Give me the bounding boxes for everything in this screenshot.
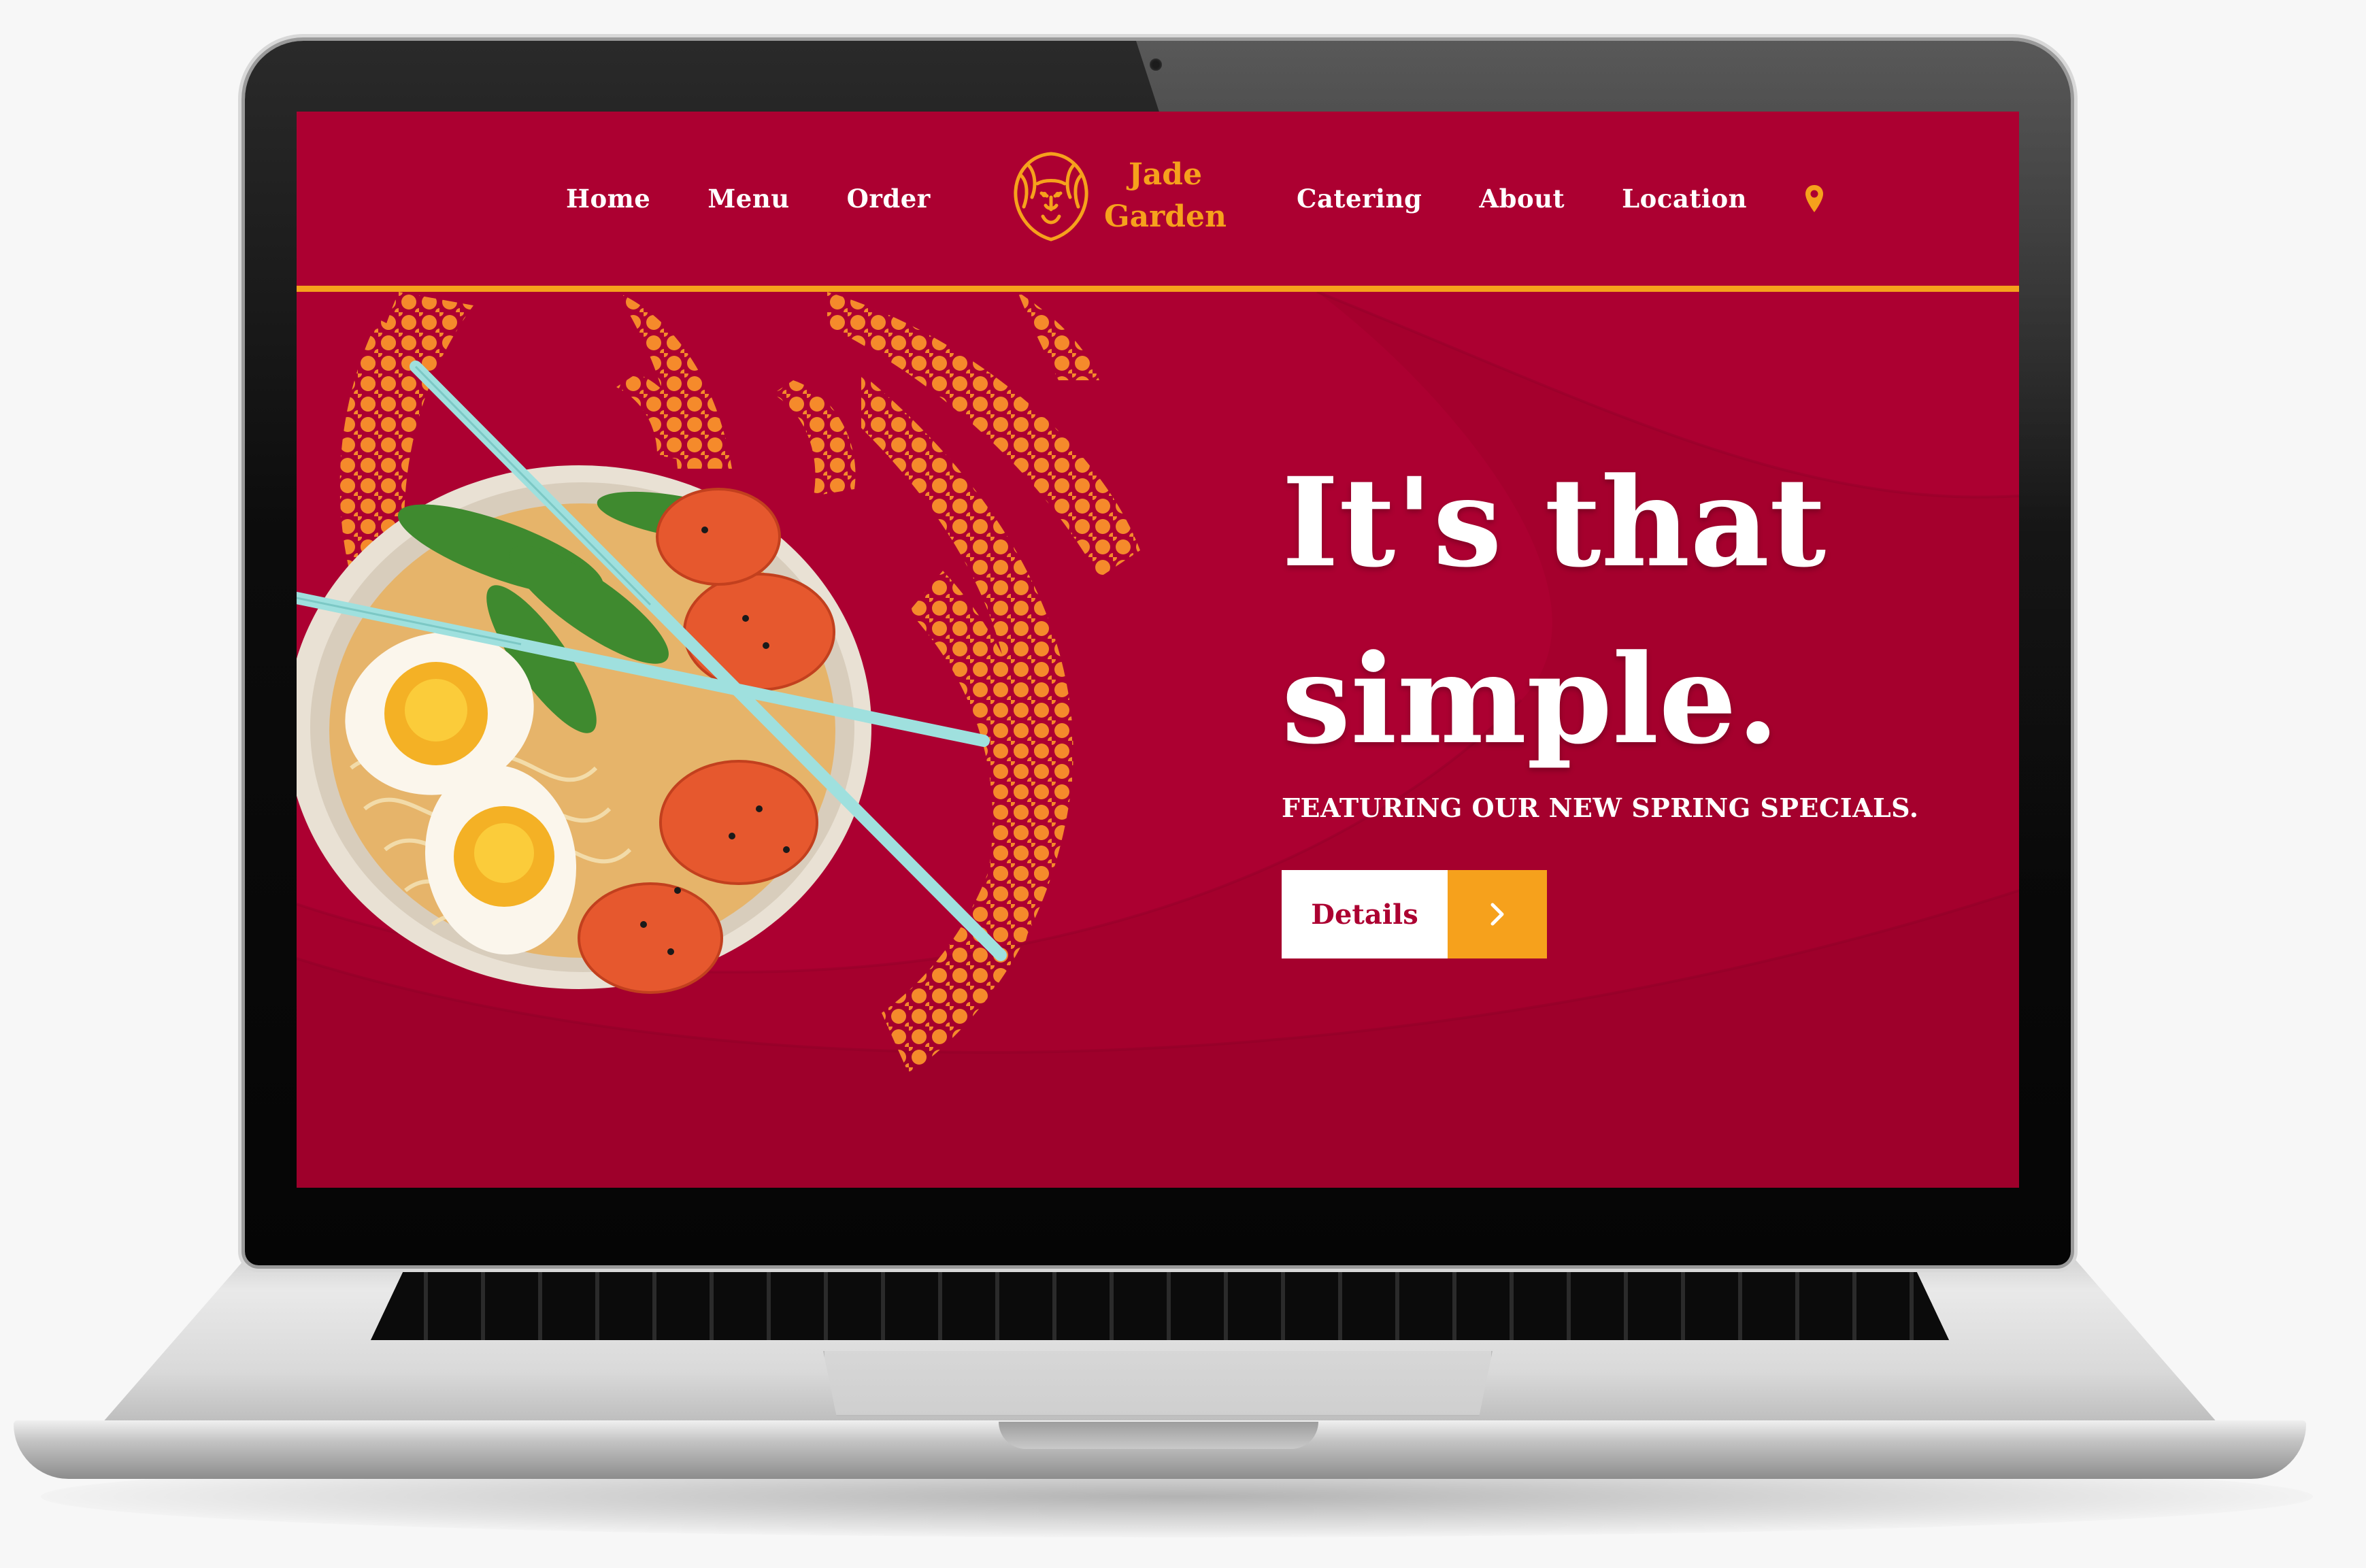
hero-subheadline: FEATURING OUR NEW SPRING SPECIALS. [1282, 793, 1919, 823]
hero-headline: It's that simple. [1282, 435, 1962, 788]
nav-left: Home Menu Order [566, 112, 931, 286]
hero-headline-line1: It's that [1282, 451, 1827, 595]
laptop-notch [999, 1422, 1318, 1449]
nav-menu[interactable]: Menu [707, 184, 789, 214]
website-screen: Home Menu Order Jade Garden Catering Abo… [297, 112, 2019, 1188]
hero-headline-line2: simple. [1282, 628, 1780, 771]
site-header: Home Menu Order Jade Garden Catering Abo… [297, 112, 2019, 292]
laptop-lid: Home Menu Order Jade Garden Catering Abo… [245, 41, 2071, 1265]
ramen-bowl-illustration [297, 292, 1140, 1074]
brand-name-line2: Garden [1104, 199, 1227, 234]
nav-order[interactable]: Order [847, 184, 931, 214]
details-button[interactable]: Details [1282, 870, 1547, 958]
brand-name: Jade Garden [1104, 154, 1227, 238]
nav-about[interactable]: About [1479, 184, 1565, 214]
lion-head-icon [1014, 152, 1088, 241]
nav-catering[interactable]: Catering [1297, 184, 1422, 214]
camera-icon [1150, 59, 1162, 71]
brand-name-line1: Jade [1128, 157, 1203, 192]
map-pin-icon[interactable] [1804, 184, 1825, 214]
nav-location[interactable]: Location [1622, 184, 1747, 214]
brand-logo[interactable]: Jade Garden [1007, 135, 1232, 257]
hero-section: It's that simple. FEATURING OUR NEW SPRI… [297, 292, 2019, 1188]
details-button-label[interactable]: Details [1282, 870, 1448, 958]
nav-home[interactable]: Home [566, 184, 650, 214]
nav-right: Catering About Location [1297, 112, 1825, 286]
trackpad [823, 1351, 1493, 1416]
keyboard [371, 1267, 1949, 1340]
details-button-arrow[interactable] [1448, 870, 1547, 958]
chevron-right-icon [1490, 903, 1504, 926]
